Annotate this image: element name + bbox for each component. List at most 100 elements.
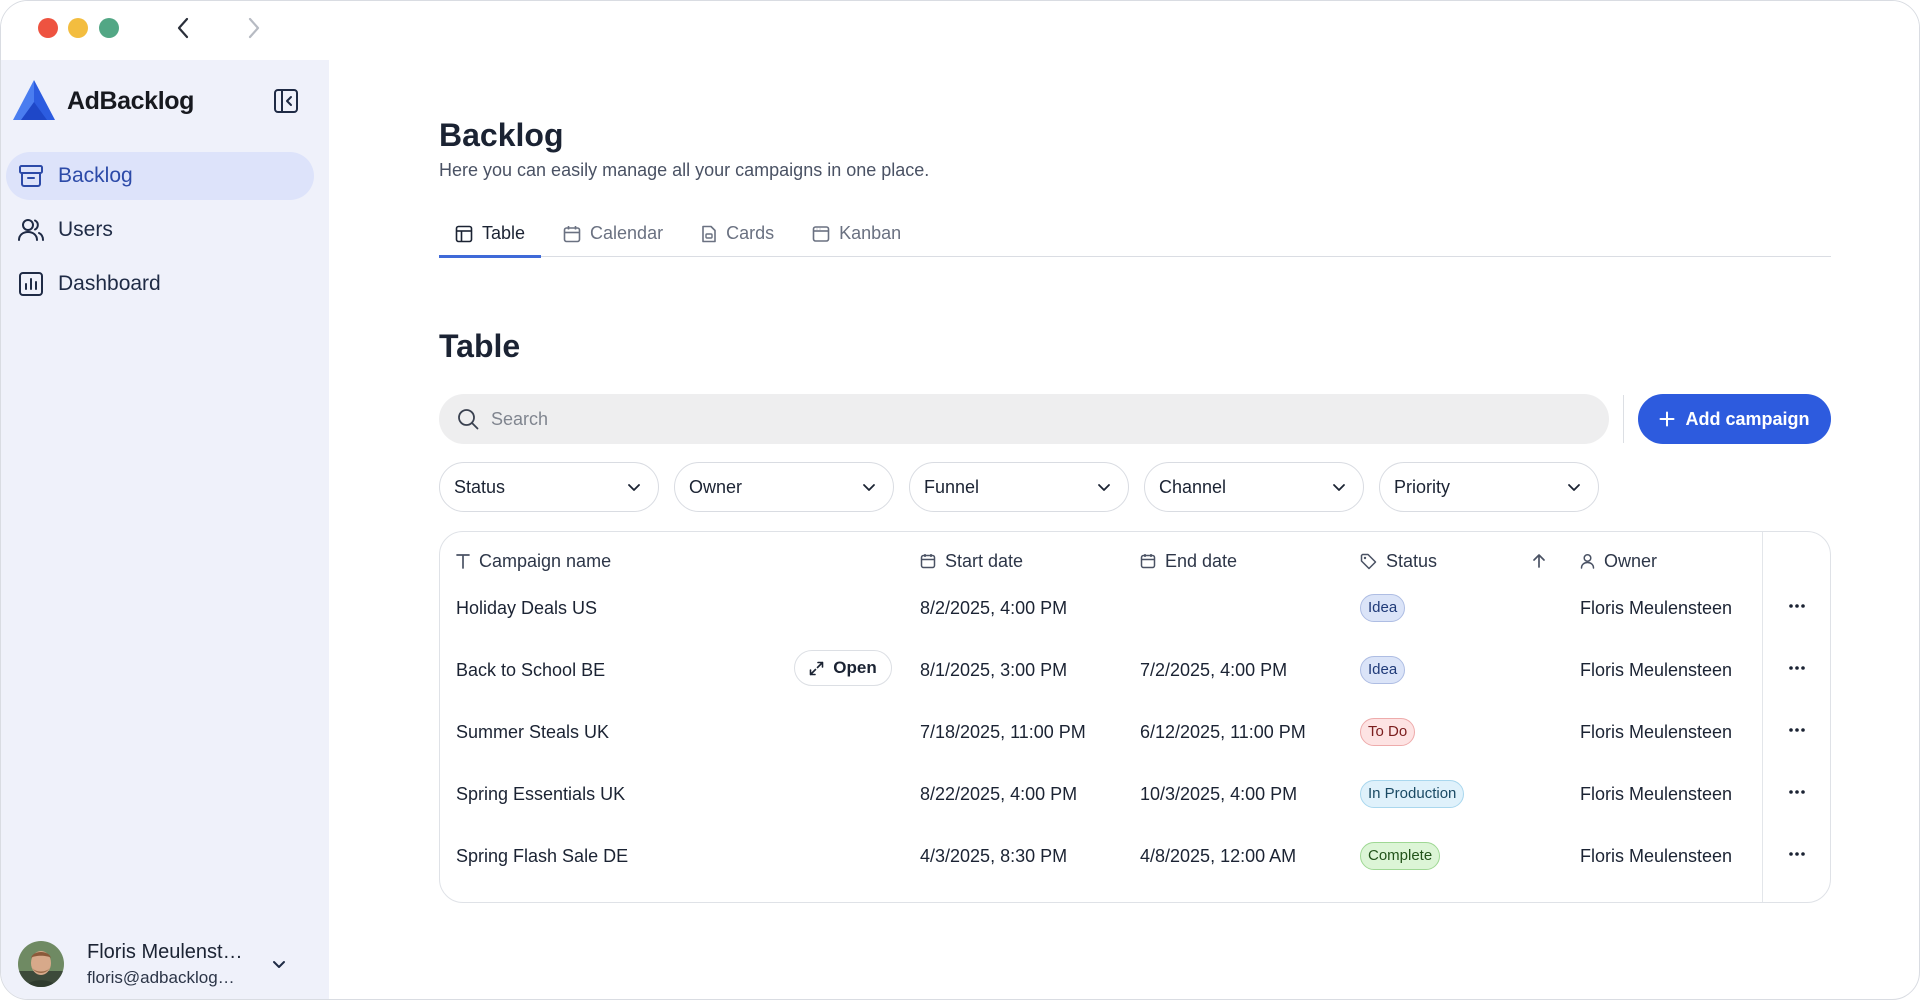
- owner-cell: Floris Meulensteen: [1580, 597, 1733, 618]
- close-window-button[interactable]: [38, 18, 58, 38]
- text-type-icon: [456, 553, 470, 569]
- filter-funnel[interactable]: Funnel: [909, 462, 1129, 512]
- chevron-down-icon: [863, 484, 875, 491]
- campaign-name-cell: Holiday Deals US: [456, 597, 598, 618]
- expand-icon: [809, 661, 824, 676]
- filter-status[interactable]: Status: [439, 462, 659, 512]
- sidebar-collapse-icon: [274, 89, 298, 113]
- user-info: Floris Meulenst… floris@adbacklog…: [87, 941, 257, 988]
- column-label: Campaign name: [479, 550, 612, 571]
- sidebar-item-dashboard[interactable]: Dashboard: [6, 260, 314, 308]
- table-row[interactable]: Spring Essentials UK 8/22/2025, 4:00 PM 10…: [440, 763, 1830, 825]
- tab-kanban[interactable]: Kanban: [796, 211, 917, 256]
- tab-calendar[interactable]: Calendar: [547, 211, 679, 256]
- start-date-cell: 8/22/2025, 4:00 PM: [920, 783, 1078, 804]
- tag-icon: [1360, 553, 1377, 570]
- page-subtitle: Here you can easily manage all your camp…: [439, 160, 930, 180]
- owner-cell: Floris Meulensteen: [1580, 659, 1733, 680]
- chart-icon: [16, 269, 46, 299]
- row-actions-button[interactable]: [1782, 656, 1812, 680]
- tab-label: Calendar: [590, 223, 664, 243]
- table-row[interactable]: Holiday Deals US 8/2/2025, 4:00 PM Idea Flo…: [440, 577, 1830, 639]
- status-badge: In Production: [1360, 780, 1465, 808]
- filter-channel[interactable]: Channel: [1144, 462, 1364, 512]
- add-campaign-label: Add campaign: [1685, 408, 1810, 429]
- status-badge: Idea: [1360, 656, 1406, 684]
- table-row[interactable]: Spring Flash Sale DE 4/3/2025, 8:30 PM 4/8…: [440, 825, 1830, 887]
- status-cell: Idea: [1360, 639, 1406, 701]
- tab-table[interactable]: Table: [439, 211, 542, 258]
- sidebar-item-users[interactable]: Users: [6, 206, 314, 254]
- chevron-down-icon: [628, 484, 640, 491]
- calendar-icon: [1140, 553, 1156, 569]
- row-actions-button[interactable]: [1782, 842, 1812, 866]
- filter-bar: Status Owner Funnel Channel Priority: [439, 462, 1614, 512]
- more-horizontal-icon: [1789, 604, 1805, 608]
- table-row[interactable]: Back to School BE Open 8/1/2025, 3:00 PM 7/…: [440, 639, 1830, 701]
- sidebar-item-label: Backlog: [58, 164, 133, 187]
- status-badge: To Do: [1360, 718, 1416, 746]
- back-button[interactable]: [170, 15, 196, 41]
- user-name: Floris Meulenst…: [87, 940, 243, 963]
- column-label: End date: [1165, 550, 1238, 571]
- sidebar: AdBacklog Backlog Users Dashboard Floris…: [1, 60, 329, 999]
- sidebar-item-backlog[interactable]: Backlog: [6, 152, 314, 200]
- search-bar: [439, 394, 1609, 444]
- campaign-name-cell: Spring Essentials UK: [456, 783, 626, 804]
- more-horizontal-icon: [1789, 666, 1805, 670]
- search-input[interactable]: [491, 408, 1491, 430]
- table-icon: [455, 225, 473, 243]
- adbacklog-logo-icon: [13, 80, 55, 120]
- owner-cell: Floris Meulensteen: [1580, 721, 1733, 742]
- filter-label: Channel: [1159, 476, 1227, 497]
- sidebar-item-label: Dashboard: [58, 272, 161, 295]
- plus-icon: [1659, 411, 1675, 427]
- user-email: floris@adbacklog…: [87, 967, 235, 987]
- row-actions-button[interactable]: [1782, 780, 1812, 804]
- open-campaign-button[interactable]: Open: [794, 650, 892, 686]
- filter-label: Status: [454, 476, 506, 497]
- view-tabs: Table Calendar Cards Kanban: [439, 211, 1831, 258]
- minimize-window-button[interactable]: [68, 18, 88, 38]
- campaign-name-cell: Summer Steals UK: [456, 721, 610, 742]
- search-icon: [455, 406, 481, 432]
- owner-cell: Floris Meulensteen: [1580, 783, 1733, 804]
- user-menu[interactable]: Floris Meulenst… floris@adbacklog…: [18, 935, 308, 993]
- tab-label: Cards: [726, 223, 775, 243]
- row-actions-button[interactable]: [1782, 718, 1812, 742]
- tab-label: Kanban: [839, 223, 902, 243]
- chevron-down-icon: [1568, 484, 1580, 491]
- filter-label: Owner: [689, 476, 743, 497]
- add-campaign-button[interactable]: Add campaign: [1638, 394, 1831, 444]
- maximize-window-button[interactable]: [99, 18, 119, 38]
- brand: AdBacklog: [11, 78, 194, 124]
- campaign-name-cell: Spring Flash Sale DE: [456, 845, 629, 866]
- start-date-cell: 7/18/2025, 11:00 PM: [920, 721, 1086, 742]
- toolbar-divider: [1623, 395, 1624, 443]
- status-cell: To Do: [1360, 701, 1416, 763]
- campaign-table: Campaign name Start date End date Status: [439, 531, 1831, 903]
- more-horizontal-icon: [1789, 852, 1805, 856]
- section-title: Table: [439, 328, 521, 364]
- start-date-cell: 4/3/2025, 8:30 PM: [920, 845, 1068, 866]
- main-content: Backlog Here you can easily manage all y…: [439, 1, 1831, 999]
- chevron-down-icon: [1098, 484, 1110, 491]
- sidebar-item-label: Users: [58, 218, 113, 241]
- start-date-cell: 8/2/2025, 4:00 PM: [920, 597, 1068, 618]
- tab-cards[interactable]: Cards: [685, 211, 790, 256]
- collapse-sidebar-button[interactable]: [271, 86, 301, 116]
- filter-priority[interactable]: Priority: [1379, 462, 1599, 512]
- chevron-down-icon: [1333, 484, 1345, 491]
- kanban-icon: [812, 225, 830, 243]
- column-label: Owner: [1604, 550, 1658, 571]
- forward-button[interactable]: [241, 15, 267, 41]
- filter-owner[interactable]: Owner: [674, 462, 894, 512]
- open-label: Open: [833, 658, 877, 677]
- app-name: AdBacklog: [67, 86, 194, 115]
- status-cell: Idea: [1360, 577, 1406, 639]
- table-row[interactable]: Summer Steals UK 7/18/2025, 11:00 PM 6/12/…: [440, 701, 1830, 763]
- calendar-icon: [920, 553, 936, 569]
- row-actions-button[interactable]: [1782, 594, 1812, 618]
- status-badge: Idea: [1360, 594, 1406, 622]
- owner-cell: Floris Meulensteen: [1580, 845, 1733, 866]
